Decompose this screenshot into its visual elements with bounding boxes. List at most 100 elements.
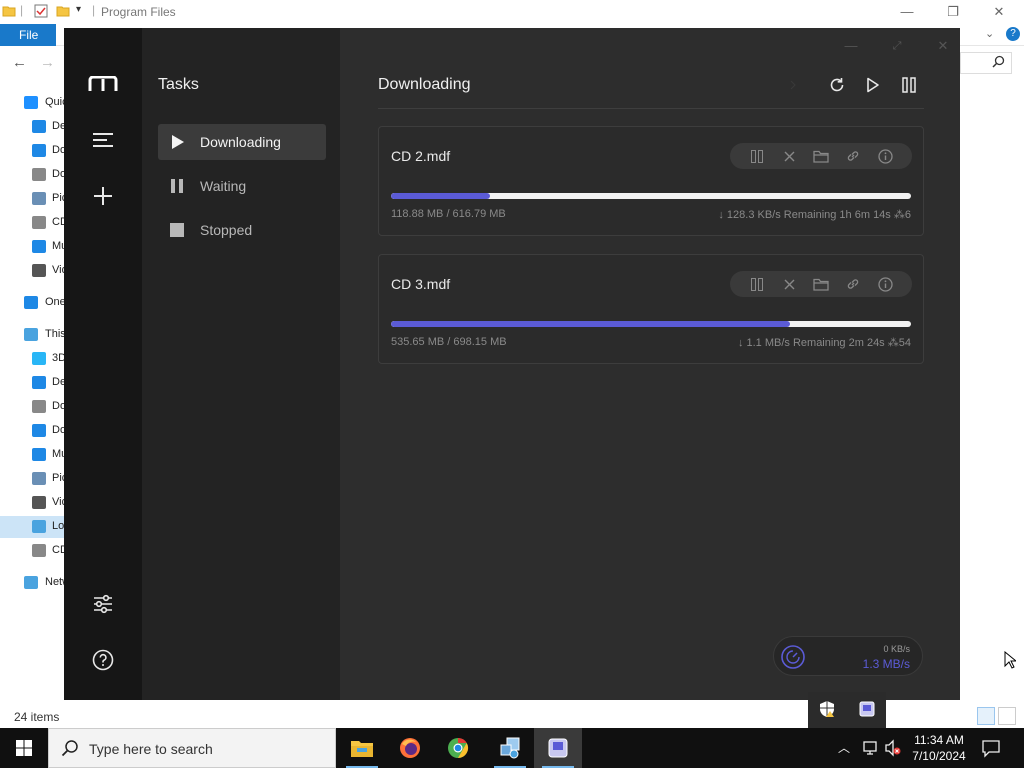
sidebar-item-waiting[interactable]: Waiting bbox=[158, 168, 326, 204]
motrix-tray-icon[interactable] bbox=[858, 700, 876, 718]
forward-arrow-icon[interactable]: → bbox=[40, 54, 55, 71]
nav-item[interactable]: Desktop bbox=[0, 116, 64, 138]
nav-item[interactable]: CD Drive bbox=[0, 212, 64, 234]
minimize-button[interactable]: — bbox=[840, 34, 862, 58]
properties-icon[interactable] bbox=[34, 4, 48, 18]
motrix-app-icon bbox=[548, 738, 568, 758]
nav-item[interactable]: OneDrive bbox=[0, 292, 64, 314]
taskbar-chrome[interactable] bbox=[434, 728, 482, 768]
nav-item[interactable]: Documents bbox=[0, 396, 64, 418]
network-status-icon[interactable] bbox=[862, 739, 880, 757]
task-stats: ↓ 1.1 MB/s Remaining 2m 24s ⁂54 bbox=[738, 336, 911, 349]
back-arrow-icon[interactable]: ← bbox=[12, 54, 27, 71]
nav-item[interactable]: Pictures bbox=[0, 188, 64, 210]
explorer-maximize-button[interactable]: ❐ bbox=[930, 2, 976, 22]
nav-item[interactable]: 3D Objects bbox=[0, 348, 64, 370]
nav-item[interactable]: Desktop bbox=[0, 372, 64, 394]
task-toolbar bbox=[780, 72, 930, 98]
action-center-icon[interactable] bbox=[980, 737, 1002, 759]
pause-all-icon bbox=[902, 77, 916, 93]
tray-overflow-chevron-icon[interactable]: ︿ bbox=[838, 739, 850, 756]
quick-access-dropdown-icon[interactable]: ▾ bbox=[76, 4, 81, 15]
start-button[interactable] bbox=[0, 728, 48, 768]
file-explorer-icon bbox=[351, 741, 373, 757]
firefox-icon bbox=[400, 738, 420, 758]
nav-item[interactable]: Downloads bbox=[0, 140, 64, 162]
disk-icon bbox=[32, 520, 46, 533]
refresh-button[interactable] bbox=[824, 72, 850, 98]
task-pause-button[interactable] bbox=[741, 271, 773, 297]
details-view-icon[interactable] bbox=[977, 707, 995, 725]
explorer-window-title: Program Files bbox=[101, 5, 176, 19]
speed-meter[interactable]: 0 KB/s 1.3 MB/s bbox=[773, 636, 923, 676]
task-copy-link-button[interactable] bbox=[837, 143, 869, 169]
close-button[interactable]: ✕ bbox=[932, 34, 954, 58]
explorer-minimize-button[interactable]: — bbox=[884, 2, 930, 22]
nav-item[interactable]: Music bbox=[0, 236, 64, 258]
task-name: CD 2.mdf bbox=[391, 148, 451, 164]
task-pause-button[interactable] bbox=[741, 143, 773, 169]
system-clock[interactable]: 11:34 AM 7/10/2024 bbox=[904, 732, 974, 764]
task-actions bbox=[730, 271, 912, 297]
nav-item[interactable]: Local Disk (C:) bbox=[0, 516, 64, 538]
taskbar-network-tool[interactable] bbox=[486, 728, 534, 768]
task-item[interactable]: CD 2.mdf 118.88 MB / 616.79 MB ↓ 128.3 K… bbox=[378, 126, 924, 236]
menu-button[interactable] bbox=[85, 122, 121, 158]
nav-item[interactable]: Documents bbox=[0, 164, 64, 186]
nav-item[interactable]: Downloads bbox=[0, 420, 64, 442]
nav-item-label: Downloads bbox=[52, 144, 64, 156]
task-speed: 128.3 KB/s bbox=[726, 209, 781, 221]
preferences-button[interactable] bbox=[85, 586, 121, 622]
progress-bar bbox=[391, 321, 911, 327]
explorer-titlebar: | ▾ | Program Files — ❐ ✕ bbox=[0, 0, 1024, 24]
sidebar-item-downloading[interactable]: Downloading bbox=[158, 124, 326, 160]
task-delete-button[interactable] bbox=[773, 143, 805, 169]
connections-icon: ⁂ bbox=[887, 337, 899, 349]
task-delete-button[interactable] bbox=[773, 271, 805, 297]
task-open-folder-button[interactable] bbox=[805, 271, 837, 297]
nav-item-label: CD Drive bbox=[52, 544, 64, 556]
volume-muted-icon[interactable] bbox=[884, 739, 902, 757]
explorer-close-button[interactable]: ✕ bbox=[976, 2, 1022, 22]
nav-item[interactable]: Network bbox=[0, 572, 64, 594]
nav-item-label: Desktop bbox=[52, 120, 64, 132]
file-tab[interactable]: File bbox=[0, 24, 56, 46]
task-copy-link-button[interactable] bbox=[837, 271, 869, 297]
security-shield-icon[interactable] bbox=[818, 700, 836, 718]
task-open-folder-button[interactable] bbox=[805, 143, 837, 169]
nav-item-label: CD Drive bbox=[52, 216, 64, 228]
nav-item[interactable]: Music bbox=[0, 444, 64, 466]
taskbar-file-explorer[interactable] bbox=[338, 728, 386, 768]
pause-all-button[interactable] bbox=[896, 72, 922, 98]
large-icons-view-icon[interactable] bbox=[998, 707, 1016, 725]
taskbar-search-box[interactable]: Type here to search bbox=[48, 728, 336, 768]
taskbar-firefox[interactable] bbox=[386, 728, 434, 768]
add-task-button[interactable] bbox=[85, 178, 121, 214]
nav-item[interactable]: This PC bbox=[0, 324, 64, 346]
maximize-button[interactable]: ⤢ bbox=[886, 34, 908, 58]
help-icon[interactable]: ? bbox=[1006, 27, 1020, 41]
info-icon bbox=[877, 276, 893, 292]
download-icon bbox=[32, 144, 46, 157]
explorer-search-box[interactable] bbox=[960, 52, 1012, 74]
nav-item[interactable]: Videos bbox=[0, 492, 64, 514]
task-item[interactable]: CD 3.mdf 535.65 MB / 698.15 MB ↓ 1.1 MB/… bbox=[378, 254, 924, 364]
nav-item[interactable]: Quick access bbox=[0, 92, 64, 114]
task-info-button[interactable] bbox=[869, 271, 901, 297]
nav-item[interactable]: CD Drive bbox=[0, 540, 64, 562]
new-folder-icon[interactable] bbox=[56, 4, 70, 18]
sidebar-item-stopped[interactable]: Stopped bbox=[158, 212, 326, 248]
ribbon-expand-icon[interactable]: ⌄ bbox=[985, 27, 994, 40]
pause-icon bbox=[751, 277, 763, 291]
nav-item[interactable]: Pictures bbox=[0, 468, 64, 490]
help-button[interactable] bbox=[85, 642, 121, 678]
task-info-button[interactable] bbox=[869, 143, 901, 169]
resume-all-button[interactable] bbox=[860, 72, 886, 98]
window-controls: — ⤢ ✕ bbox=[826, 34, 949, 58]
nav-item-label: Music bbox=[52, 448, 64, 460]
folder-icon bbox=[813, 278, 829, 291]
nav-item[interactable]: Videos bbox=[0, 260, 64, 282]
taskbar-motrix[interactable] bbox=[534, 728, 582, 768]
nav-item-label: Pictures bbox=[52, 472, 64, 484]
nav-item-label: Documents bbox=[52, 400, 64, 412]
